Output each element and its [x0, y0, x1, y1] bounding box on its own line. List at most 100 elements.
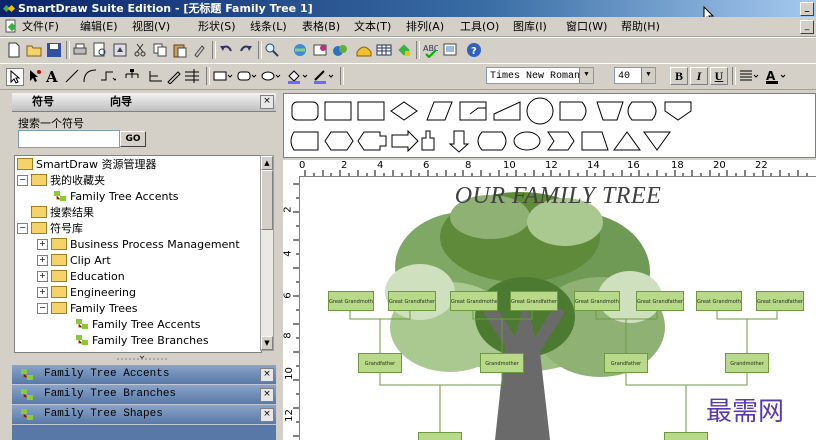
parent-box[interactable]: [418, 432, 462, 440]
tree-scrollbar[interactable]: ▲ ▼: [260, 155, 274, 351]
parent-box[interactable]: [664, 432, 708, 440]
align-icon[interactable]: [184, 68, 200, 84]
tree-item[interactable]: Family Tree Accents: [75, 317, 201, 333]
triangle-shape-icon[interactable]: [613, 131, 641, 151]
menu-view[interactable]: 视图(V): [132, 19, 170, 34]
chevron-down-icon[interactable]: ▼: [641, 68, 655, 83]
undo-icon[interactable]: [218, 42, 234, 58]
great-grandparent-box[interactable]: Great Grandmother: [574, 291, 620, 311]
menu-library[interactable]: 图库(I): [513, 19, 547, 34]
grandparent-box[interactable]: Grandmother: [725, 353, 769, 373]
open-folder-icon[interactable]: [26, 42, 42, 58]
insert-clipart-icon[interactable]: [332, 42, 348, 58]
format-painter-icon[interactable]: [192, 42, 208, 58]
up-arrow-shape-icon[interactable]: [421, 130, 435, 151]
select-pointer-icon[interactable]: [6, 68, 24, 86]
trapezoid-shape-icon[interactable]: [596, 101, 624, 121]
menu-edit[interactable]: 编辑(E): [80, 19, 118, 34]
minimize-button[interactable]: _: [800, 2, 814, 16]
library-bar[interactable]: Family Tree Accents ×: [12, 365, 276, 385]
library-icon[interactable]: [356, 42, 372, 58]
ellipse-shape-icon[interactable]: [260, 68, 282, 84]
expand-icon[interactable]: +: [37, 254, 48, 266]
expand-icon[interactable]: +: [37, 270, 48, 282]
menu-tools[interactable]: 工具(O): [460, 19, 499, 34]
grandparent-box[interactable]: Grandmother: [480, 353, 524, 373]
table-icon[interactable]: [376, 42, 392, 58]
line-style-icon[interactable]: [100, 68, 116, 84]
bold-button[interactable]: B: [670, 67, 688, 85]
export-icon[interactable]: [112, 42, 128, 58]
menu-help[interactable]: 帮助(H): [621, 19, 660, 34]
text-align-icon[interactable]: [738, 68, 760, 84]
print-preview-icon[interactable]: [92, 42, 108, 58]
redo-icon[interactable]: [238, 42, 254, 58]
tree-item[interactable]: + Education: [37, 269, 125, 285]
collapse-icon[interactable]: −: [17, 174, 28, 186]
cut-icon[interactable]: [132, 42, 148, 58]
merge-shape-icon[interactable]: [643, 131, 671, 151]
tree-item[interactable]: Family Tree Branches: [75, 333, 209, 349]
document-minimize-button[interactable]: _: [800, 20, 814, 34]
tab-wizard[interactable]: 向导: [110, 94, 132, 110]
print-icon[interactable]: [72, 42, 88, 58]
expand-icon[interactable]: +: [37, 238, 48, 250]
offpage-shape-icon[interactable]: [664, 101, 692, 121]
italic-button[interactable]: I: [690, 67, 708, 85]
parallelogram-shape-icon[interactable]: [426, 101, 453, 121]
arc-tool-icon[interactable]: [82, 68, 98, 84]
slideshow-icon[interactable]: [442, 42, 458, 58]
underline-button[interactable]: U: [710, 67, 728, 85]
collapse-icon[interactable]: −: [37, 302, 48, 314]
great-grandparent-box[interactable]: Great Grandfather: [756, 291, 804, 311]
tree-item[interactable]: + Clip Art: [37, 253, 111, 269]
delay-shape-icon[interactable]: [559, 101, 587, 121]
tab-symbols[interactable]: 符号: [32, 94, 54, 110]
close-icon[interactable]: ×: [260, 388, 274, 402]
menu-file[interactable]: 文件(F): [22, 19, 59, 34]
rectangle-shape-icon[interactable]: [212, 68, 234, 84]
drawing-canvas[interactable]: OUR FAMILY TREE Great Grandmother Great …: [300, 177, 816, 440]
new-file-icon[interactable]: [6, 42, 22, 58]
font-size-select[interactable]: 40 ▼: [614, 67, 656, 84]
spellcheck-icon[interactable]: ABC: [422, 42, 438, 58]
close-icon[interactable]: ×: [260, 95, 274, 109]
zoom-icon[interactable]: [264, 42, 280, 58]
tree-item[interactable]: − Family Trees: [37, 301, 138, 317]
great-grandparent-box[interactable]: Great Grandfather: [510, 291, 558, 311]
stored-data-shape-icon[interactable]: [290, 131, 319, 151]
circle-shape-icon[interactable]: [526, 97, 554, 125]
collapse-icon[interactable]: −: [17, 222, 28, 234]
expand-icon[interactable]: +: [37, 286, 48, 298]
great-grandparent-box[interactable]: Great Grandfather: [636, 291, 684, 311]
library-bar[interactable]: Family Tree Branches ×: [12, 385, 276, 405]
line-color-icon[interactable]: [312, 68, 336, 84]
insert-picture-icon[interactable]: [312, 42, 328, 58]
font-name-select[interactable]: Times New Roman ▼: [486, 67, 594, 84]
rectangle-shape-icon[interactable]: [324, 101, 352, 121]
great-grandparent-box[interactable]: Great Grandmother: [450, 291, 498, 311]
paste-icon[interactable]: [172, 42, 188, 58]
document-shape-icon[interactable]: [459, 101, 487, 121]
symbol-icon[interactable]: [396, 42, 412, 58]
grandparent-box[interactable]: Grandfather: [604, 353, 648, 373]
great-grandparent-box[interactable]: Great Grandfather: [388, 291, 436, 311]
hyperlink-icon[interactable]: [292, 42, 308, 58]
scroll-up-icon[interactable]: ▲: [261, 156, 273, 170]
close-icon[interactable]: ×: [260, 368, 274, 382]
arrow-box-shape-icon[interactable]: [357, 131, 387, 151]
help-icon[interactable]: ?: [466, 42, 482, 58]
display-shape-icon[interactable]: [627, 101, 657, 121]
hexagon-shape-icon[interactable]: [324, 131, 354, 151]
tree-connector-icon[interactable]: [124, 68, 140, 84]
menu-shape[interactable]: 形状(S): [198, 19, 236, 34]
document-title[interactable]: OUR FAMILY TREE: [300, 183, 816, 210]
document-icon[interactable]: [4, 19, 18, 33]
go-button[interactable]: GO: [120, 131, 146, 147]
rectangle-shape-icon[interactable]: [357, 101, 385, 121]
angled-box-shape-icon[interactable]: [581, 131, 609, 151]
menu-text[interactable]: 文本(T): [354, 19, 391, 34]
ellipse-shape-icon[interactable]: [513, 131, 541, 151]
connector-pointer-icon[interactable]: [26, 68, 42, 84]
menu-line[interactable]: 线条(L): [250, 19, 287, 34]
